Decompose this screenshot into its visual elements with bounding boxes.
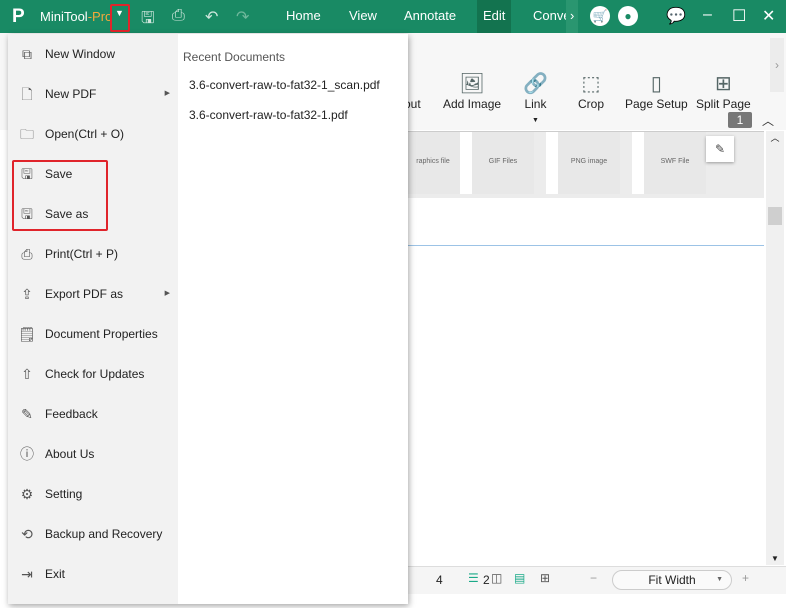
menu-item-label: Setting [45,487,83,501]
new-window-icon: ⧉ [22,46,32,62]
menu-item-new-window[interactable]: ⧉ New Window [8,34,178,74]
menu-item-label: Check for Updates [45,367,145,381]
tab-view[interactable]: View [343,0,383,33]
link-icon: 🔗 [523,73,548,95]
submenu-arrow-icon: ▶ [164,90,170,97]
print-icon[interactable]: ⎙ [172,7,185,25]
doc-cell: SWF File [632,132,706,194]
menu-item-label: Export PDF as [45,287,124,301]
menu-item-about-us[interactable]: ⓘ About Us [8,434,178,474]
app-logo: P [12,6,25,27]
properties-icon: 🗒 [18,326,36,342]
menu-item-label: Backup and Recovery [45,527,163,541]
feedback-icon: ✎ [21,406,33,422]
update-icon: ⇧ [21,366,33,382]
single-page-icon[interactable]: ☰ [468,571,479,585]
image-icon: 🖼 [459,73,485,95]
menu-item-new-pdf[interactable]: 🗋 New PDF ▶ [8,74,178,114]
maximize-icon[interactable]: ☐ [732,6,746,26]
menu-item-label: New PDF [45,87,97,101]
doc-cell: GIF Files [460,132,534,194]
undo-icon[interactable]: ↶ [205,7,218,27]
menu-item-print-ctrl-p[interactable]: ⎙ Print(Ctrl + P) [8,234,178,274]
info-icon: ⓘ [20,446,34,462]
new-pdf-icon: 🗋 [21,86,33,102]
user-icon[interactable]: ● [618,6,638,26]
menu-item-label: Feedback [45,407,98,421]
ribbon-scroll-right[interactable]: › [770,38,784,92]
two-page-label: 2 [483,573,490,587]
submenu-arrow-icon: ▶ [164,290,170,297]
highlight-save [12,160,108,231]
edit-pencil-button[interactable]: ✎ [706,136,734,162]
vertical-scrollbar[interactable]: ︿ ▼ [766,131,784,565]
menu-item-export-pdf-as[interactable]: ⇪ Export PDF as ▶ [8,274,178,314]
minimize-icon[interactable]: – [703,6,712,24]
page-divider [408,245,764,246]
recent-document[interactable]: 3.6-convert-raw-to-fat32-1.pdf [189,108,348,122]
menu-item-document-properties[interactable]: 🗒 Document Properties [8,314,178,354]
save-icon[interactable]: 🖫 [141,7,155,34]
zoom-in-button[interactable]: + [742,571,749,585]
document-view: raphics file GIF Files PNG image SWF Fil… [396,131,764,565]
chat-icon[interactable]: 💬 [666,6,686,26]
menu-item-exit[interactable]: ⇥ Exit [8,554,178,594]
two-page-icon[interactable]: ◫ [491,571,502,585]
recent-documents-heading: Recent Documents [183,50,286,64]
menu-item-label: New Window [45,47,116,61]
menu-item-label: Document Properties [45,327,158,341]
collapse-ribbon-icon[interactable]: ︿ [762,112,774,129]
menu-item-label: Open(Ctrl + O) [45,127,125,141]
tab-edit[interactable]: Edit [477,0,512,33]
ribbon-crop[interactable]: ⬚ Crop [578,71,604,111]
ribbon-page-setup[interactable]: ▯ Page Setup [625,71,688,111]
crop-icon: ⬚ [581,73,601,95]
tab-scroll-right[interactable]: › [566,0,579,33]
print-icon: ⎙ [21,246,33,262]
doc-cell: PNG image [546,132,620,194]
zoom-out-button[interactable]: − [590,571,597,585]
menu-item-open-ctrl-o[interactable]: 🗀 Open(Ctrl + O) [8,114,178,154]
page-badge: 1 [728,112,752,128]
ribbon-split-page[interactable]: ⊞ Split Page [696,71,751,111]
menu-item-feedback[interactable]: ✎ Feedback [8,394,178,434]
split-page-icon: ⊞ [714,73,732,95]
zoom-select[interactable]: Fit Width ▼ [612,570,732,590]
menu-item-setting[interactable]: ⚙ Setting [8,474,178,514]
file-menu: ⧉ New Window 🗋 New PDF ▶ 🗀 Open(Ctrl + O) 🖫 Save… [8,34,408,604]
tab-annotate[interactable]: Annotate [398,0,462,33]
scroll-thumb[interactable] [768,207,782,225]
menu-item-label: About Us [45,447,95,461]
highlight-dropdown [110,4,130,32]
exit-icon: ⇥ [21,566,33,582]
app-name: MiniTool-Pro [40,9,113,24]
menu-item-label: Exit [45,567,66,581]
backup-icon: ⟲ [21,526,33,542]
folder-icon: 🗀 [20,126,34,142]
menu-item-label: Print(Ctrl + P) [45,247,119,261]
redo-icon[interactable]: ↷ [236,7,249,27]
ribbon-add-image[interactable]: 🖼 Add Image [443,71,501,111]
page-setup-icon: ▯ [650,73,662,95]
menu-item-check-for-updates[interactable]: ⇧ Check for Updates [8,354,178,394]
page-number[interactable]: 4 [436,573,443,587]
continuous-icon[interactable]: ▤ [514,571,525,585]
close-icon[interactable]: ✕ [762,6,775,26]
cart-icon[interactable]: 🛒 [590,6,610,26]
tab-home[interactable]: Home [280,0,327,33]
export-icon: ⇪ [21,286,33,302]
gear-icon: ⚙ [20,486,34,502]
recent-document[interactable]: 3.6-convert-raw-to-fat32-1_scan.pdf [189,78,380,92]
ribbon-link[interactable]: 🔗 Link ▼ [523,71,548,125]
grid-view-icon[interactable]: ⊞ [540,571,550,585]
menu-item-backup-and-recovery[interactable]: ⟲ Backup and Recovery [8,514,178,554]
